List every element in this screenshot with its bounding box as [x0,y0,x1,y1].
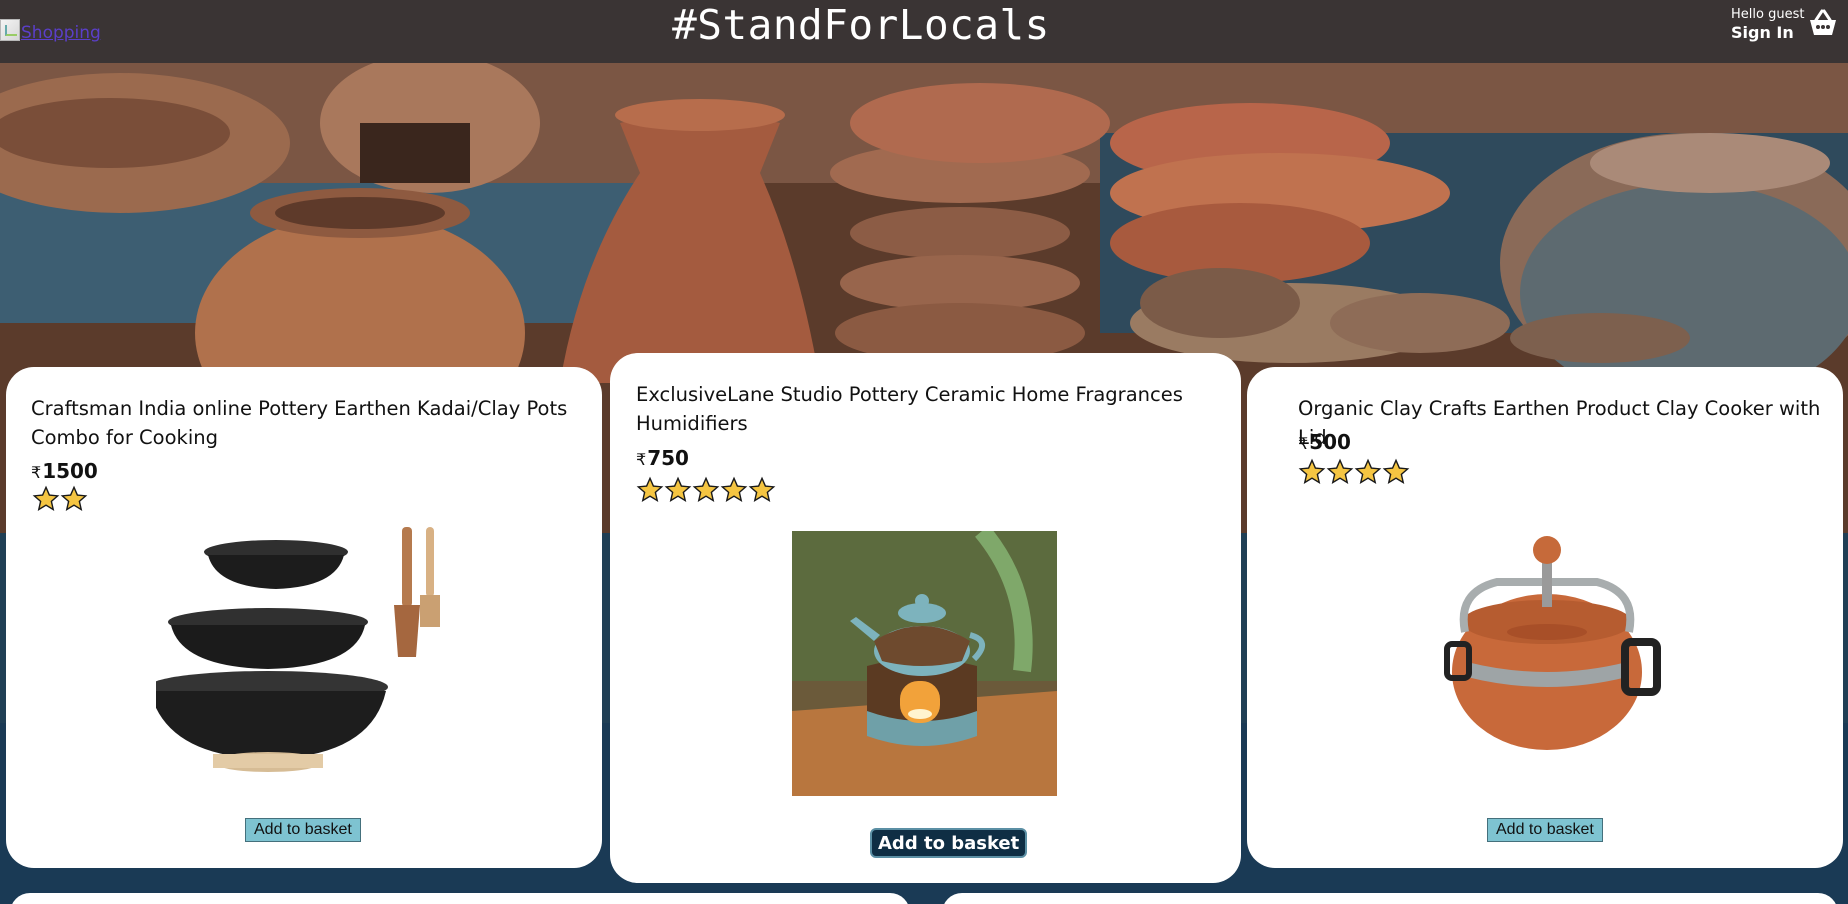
star-icon [1326,458,1354,484]
currency-symbol: ₹ [1298,434,1309,453]
price-value: 1500 [42,459,98,483]
product-price: ₹1500 [31,459,98,483]
product-card: ExclusiveLane Studio Pottery Ceramic Hom… [610,353,1241,883]
star-icon [692,476,720,502]
product-card-partial [10,893,910,904]
greeting-text: Hello guest [1731,7,1805,22]
product-title[interactable]: Organic Clay Crafts Earthen Product Clay… [1298,394,1838,452]
star-icon [32,485,60,511]
brand-title: #StandForLocals [672,1,1050,49]
star-icon [1354,458,1382,484]
rating-stars [32,485,88,513]
basket-icon[interactable] [1806,9,1840,37]
add-to-basket-button[interactable]: Add to basket [245,818,361,842]
price-value: 750 [647,446,689,470]
add-to-basket-button[interactable]: Add to basket [870,828,1028,858]
star-icon [1382,458,1410,484]
product-card-partial [942,893,1838,904]
header: Shopping #StandForLocals Hello guest Sig… [0,0,1848,63]
star-icon [748,476,776,502]
product-card: Craftsman India online Pottery Earthen K… [6,367,602,868]
account-menu[interactable]: Hello guest Sign In [1731,8,1804,41]
star-icon [720,476,748,502]
product-price: ₹750 [636,446,689,470]
product-title[interactable]: Craftsman India online Pottery Earthen K… [31,394,586,452]
product-title[interactable]: ExclusiveLane Studio Pottery Ceramic Hom… [636,380,1196,438]
currency-symbol: ₹ [31,463,42,482]
clay-kadai-set-image[interactable] [156,517,456,777]
star-icon [1298,458,1326,484]
product-card: Organic Clay Crafts Earthen Product Clay… [1247,367,1843,868]
star-icon [636,476,664,502]
sign-in-link[interactable]: Sign In [1731,25,1804,41]
add-to-basket-button[interactable]: Add to basket [1487,818,1603,842]
star-icon [664,476,692,502]
star-icon [60,485,88,511]
rating-stars [1298,458,1410,486]
price-value: 500 [1309,430,1351,454]
ceramic-humidifier-image[interactable] [792,531,1057,796]
rating-stars [636,476,776,504]
currency-symbol: ₹ [636,450,647,469]
product-price: ₹500 [1298,430,1351,454]
clay-cooker-image[interactable] [1427,532,1667,772]
